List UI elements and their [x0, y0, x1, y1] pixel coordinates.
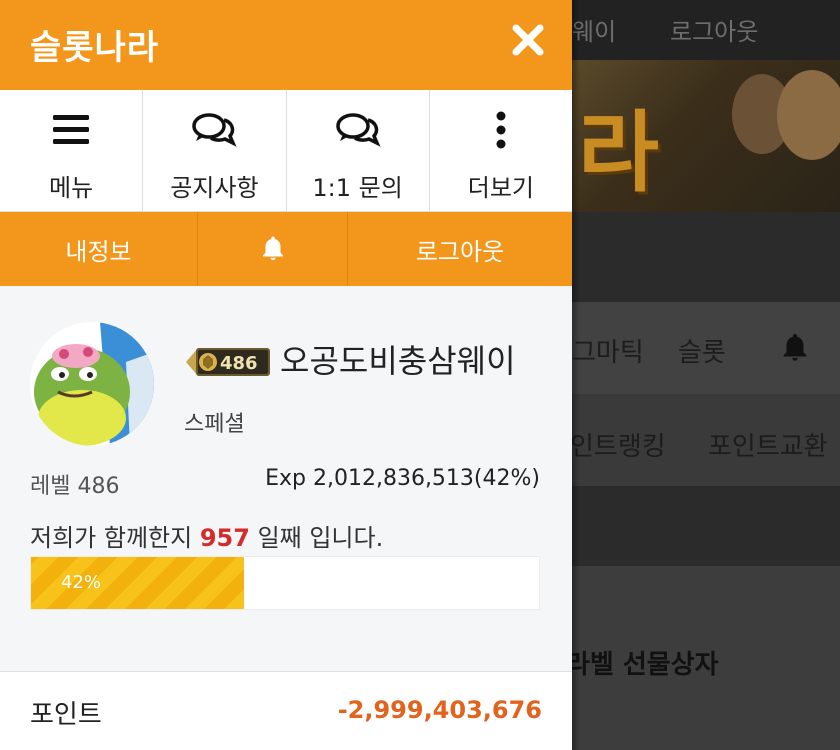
- chat-bubbles-icon: [192, 113, 237, 147]
- level-badge-icon: 486: [186, 348, 270, 376]
- membership-days: 저희가 함께한지 957 일째 입니다.: [30, 518, 383, 553]
- background-menu-band: 그마틱 슬롯: [572, 302, 840, 394]
- bell-icon: [262, 236, 283, 261]
- panel-header: 슬롯나라: [0, 0, 572, 90]
- logout-button[interactable]: 로그아웃: [348, 212, 572, 286]
- background-menu-item: 그마틱: [572, 338, 644, 368]
- my-info-label: 내정보: [65, 237, 132, 266]
- exp-value: Exp 2,012,836,513(42%): [265, 466, 540, 491]
- banner-logo-text: 라: [578, 101, 659, 204]
- notification-button[interactable]: [198, 212, 348, 286]
- points-row: 포인트 -2,999,403,676: [0, 672, 572, 750]
- days-suffix: 일째 입니다.: [249, 524, 384, 552]
- profile-section: 486 오공도비충삼웨이 스페셜 레벨 486 Exp 2,012,836,51…: [0, 286, 572, 672]
- avatar[interactable]: [30, 322, 154, 446]
- days-prefix: 저희가 함께한지: [30, 524, 200, 552]
- background-menu-item: 인트랭킹: [570, 432, 666, 462]
- banner-character: [777, 70, 840, 160]
- points-value: -2,999,403,676: [337, 696, 542, 724]
- nav-more-label: 더보기: [467, 174, 534, 202]
- exp-progress-bar: 42%: [30, 556, 540, 610]
- background-bell-icon: [783, 333, 807, 361]
- background-gift-title: 라벨 선물상자: [566, 650, 719, 680]
- nav-notice-label: 공지사항: [170, 174, 259, 202]
- account-bar: 내정보 로그아웃: [0, 212, 572, 286]
- my-info-button[interactable]: 내정보: [0, 212, 198, 286]
- points-label: 포인트: [30, 700, 102, 730]
- hamburger-icon: [53, 115, 90, 144]
- nav-inquiry[interactable]: 1:1 문의: [287, 90, 430, 211]
- member-grade: 스페셜: [184, 412, 245, 437]
- panel-shadow: [572, 0, 580, 750]
- background-menu-item: 포인트교환: [708, 432, 828, 462]
- nav-menu-label: 메뉴: [49, 174, 94, 202]
- panel-nav: 메뉴 공지사항 1:1 문의 더보기: [0, 90, 572, 212]
- nav-notice[interactable]: 공지사항: [143, 90, 287, 211]
- background-menu-band: 인트랭킹 포인트교환: [570, 394, 840, 486]
- level-label: 레벨 486: [30, 474, 120, 499]
- exp-progress-label: 42%: [61, 572, 102, 593]
- background-logout-link: 로그아웃: [670, 18, 759, 46]
- days-count: 957: [199, 524, 250, 552]
- background-menu-item: 슬롯: [678, 338, 726, 368]
- nickname: 오공도비충삼웨이: [280, 342, 516, 380]
- avatar-image: [30, 322, 154, 446]
- nav-menu[interactable]: 메뉴: [0, 90, 144, 211]
- chat-bubbles-icon: [335, 113, 381, 147]
- level-badge-number: 486: [220, 353, 258, 374]
- side-panel: 슬롯나라 메뉴 공지사항 1:1 문의 더보기 내정보 로그아웃 486 오공도…: [0, 0, 572, 750]
- logout-label: 로그아웃: [415, 237, 505, 266]
- site-title: 슬롯나라: [30, 28, 160, 68]
- close-icon[interactable]: [504, 16, 552, 64]
- nav-more[interactable]: 더보기: [430, 90, 572, 211]
- background-banner: 라: [572, 60, 840, 212]
- vertical-dots-icon: [496, 111, 506, 149]
- nav-inquiry-label: 1:1 문의: [312, 174, 403, 202]
